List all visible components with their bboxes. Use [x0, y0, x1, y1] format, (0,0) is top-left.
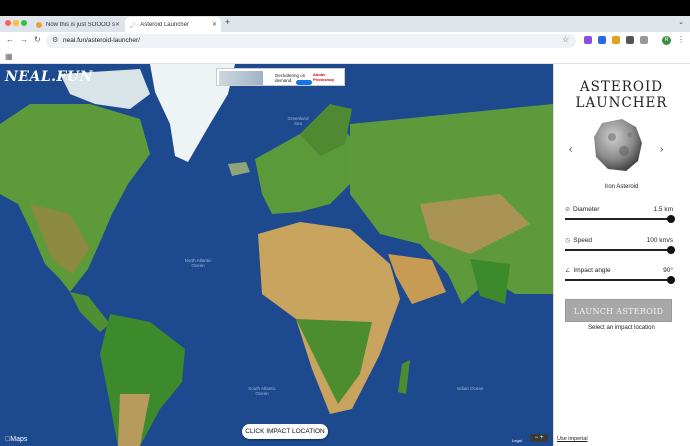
comet-icon: ☄: [130, 22, 137, 30]
more-options-icon[interactable]: ⋮: [677, 35, 685, 44]
site-logo[interactable]: NEAL.FUN: [5, 69, 93, 85]
chevron-left-icon[interactable]: ‹: [569, 144, 572, 155]
extension-icon[interactable]: [598, 36, 606, 44]
ocean-label: North Atlantic Ocean: [184, 258, 212, 268]
close-icon[interactable]: ✕: [212, 21, 217, 28]
speed-label: ◷ Speed: [565, 237, 592, 244]
page-title-line1: ASTEROID: [579, 79, 664, 95]
launch-asteroid-button[interactable]: LAUNCH ASTEROID: [565, 299, 672, 322]
maps-brand-label: Maps: [5, 436, 27, 443]
impact-angle-value: 90°: [663, 267, 673, 274]
speed-slider-knob[interactable]: [667, 246, 675, 254]
diameter-slider[interactable]: [565, 218, 671, 220]
asteroid-name: Iron Asteroid: [604, 184, 639, 190]
asteroid-image: [594, 119, 642, 171]
close-icon[interactable]: ✕: [115, 21, 120, 28]
diameter-slider-knob[interactable]: [667, 215, 675, 223]
top-band: [0, 0, 690, 16]
extension-icon[interactable]: [584, 36, 592, 44]
puzzle-icon[interactable]: [626, 36, 634, 44]
close-window-button[interactable]: [5, 20, 11, 26]
url-text[interactable]: neal.fun/asteroid-launcher/: [63, 37, 140, 44]
diameter-label-text: Diameter: [573, 206, 600, 213]
diameter-label: ⊘ Diameter: [565, 206, 599, 213]
minimize-window-button[interactable]: [13, 20, 19, 26]
chevron-right-icon[interactable]: ›: [660, 144, 663, 155]
chevron-down-icon[interactable]: ⌄: [678, 18, 684, 26]
maximize-window-button[interactable]: [21, 20, 27, 26]
apple-maps-logo: Maps: [5, 436, 27, 443]
extension-icon[interactable]: [612, 36, 620, 44]
speed-label-text: Speed: [573, 237, 593, 244]
legal-link[interactable]: Legal: [512, 438, 522, 443]
ocean-label: Greenland Sea: [287, 116, 309, 126]
click-impact-location-button[interactable]: CLICK IMPACT LOCATION: [242, 424, 328, 439]
ad-cta-button[interactable]: [296, 80, 312, 85]
apps-grid-icon[interactable]: ▦: [5, 52, 13, 61]
ad-image: [219, 71, 263, 85]
speed-slider[interactable]: [565, 249, 671, 251]
avatar[interactable]: R: [662, 36, 671, 45]
ad-banner[interactable]: Decluttering on demand. Adobe Photoshop: [216, 68, 345, 86]
impact-angle-slider-knob[interactable]: [667, 276, 675, 284]
angle-icon: ∠: [565, 268, 571, 274]
site-favicon-icon: [36, 21, 42, 28]
tab-active[interactable]: ☄ Asteroid Launcher ✕: [125, 17, 221, 32]
bookmarks-bar: [0, 50, 690, 64]
zoom-control[interactable]: − +: [530, 434, 548, 442]
impact-angle-slider[interactable]: [565, 279, 671, 281]
diameter-icon: ⊘: [565, 207, 571, 213]
impact-angle-label: ∠ Impact angle: [565, 267, 611, 274]
reload-icon[interactable]: ↻: [34, 35, 41, 44]
site-info-icon[interactable]: ⚙: [52, 36, 58, 44]
ad-brand: Adobe Photoshop: [313, 72, 334, 82]
tab-title: Asteroid Launcher: [140, 21, 189, 28]
ocean-label: South Atlantic Ocean: [248, 386, 276, 396]
tab-title: Now this is just SOOOO sad: [46, 21, 115, 28]
page-title-line2: LAUNCHER: [575, 95, 668, 111]
new-tab-button[interactable]: +: [225, 17, 230, 27]
ocean-label: Indian Ocean: [456, 386, 484, 391]
back-icon[interactable]: ←: [6, 35, 14, 44]
impact-angle-label-text: Impact angle: [573, 267, 611, 274]
tab-inactive[interactable]: Now this is just SOOOO sad ✕: [31, 17, 124, 32]
forward-icon[interactable]: →: [20, 35, 28, 44]
speed-value: 100 km/s: [646, 237, 673, 244]
use-imperial-link[interactable]: Use imperial: [557, 436, 588, 442]
impact-location-hint: Select an impact location: [588, 325, 655, 331]
bookmark-star-icon[interactable]: ☆: [562, 35, 569, 44]
sidebar-icon[interactable]: [640, 36, 648, 44]
diameter-value: 1.5 km: [653, 206, 673, 213]
speedometer-icon: ◷: [565, 238, 571, 244]
